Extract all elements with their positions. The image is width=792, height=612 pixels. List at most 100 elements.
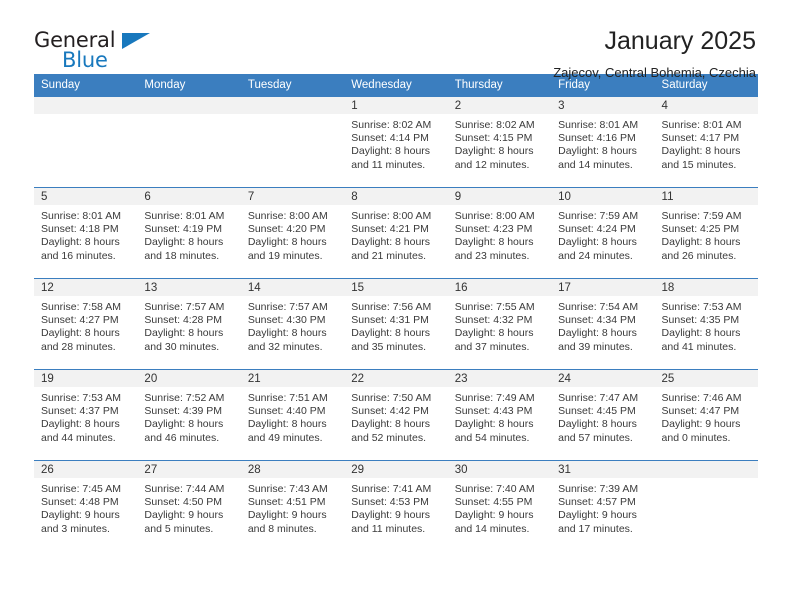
- calendar-day-cell[interactable]: 29 Sunrise: 7:41 AM Sunset: 4:53 PM Dayligh…: [344, 460, 448, 551]
- daylight-text-line1: Daylight: 9 hours: [351, 509, 431, 522]
- calendar-day-cell[interactable]: 25 Sunrise: 7:46 AM Sunset: 4:47 PM Dayligh…: [654, 369, 758, 461]
- calendar-day-cell[interactable]: 14 Sunrise: 7:57 AM Sunset: 4:30 PM Dayligh…: [240, 278, 345, 370]
- calendar-day-cell[interactable]: 28 Sunrise: 7:43 AM Sunset: 4:51 PM Dayligh…: [240, 460, 345, 551]
- daylight-text-line1: Daylight: 8 hours: [41, 236, 120, 249]
- sunrise-text: Sunrise: 7:44 AM: [144, 483, 225, 495]
- sunset-text: Sunset: 4:17 PM: [661, 132, 740, 145]
- sunrise-text: Sunrise: 8:02 AM: [351, 119, 432, 131]
- calendar-day-cell[interactable]: 23 Sunrise: 7:49 AM Sunset: 4:43 PM Dayligh…: [447, 369, 552, 461]
- sunset-text: Sunset: 4:24 PM: [558, 223, 636, 236]
- calendar-day-cell[interactable]: 21 Sunrise: 7:51 AM Sunset: 4:40 PM Dayligh…: [240, 369, 345, 461]
- sunset-text: Sunset: 4:28 PM: [144, 314, 223, 327]
- calendar-day-cell[interactable]: 30 Sunrise: 7:40 AM Sunset: 4:55 PM Dayligh…: [447, 460, 552, 551]
- calendar-day-cell[interactable]: 6 Sunrise: 8:01 AM Sunset: 4:19 PM Daylight…: [137, 187, 241, 279]
- calendar-day-cell[interactable]: 27 Sunrise: 7:44 AM Sunset: 4:50 PM Dayligh…: [137, 460, 241, 551]
- daylight-text-line2: and 23 minutes.: [454, 249, 530, 262]
- daylight-text-line2: and 26 minutes.: [661, 249, 737, 262]
- calendar-day-cell[interactable]: 11 Sunrise: 7:59 AM Sunset: 4:25 PM Dayligh…: [654, 187, 758, 279]
- day-number: 9: [447, 188, 552, 205]
- day-sun-info: Sunrise: 7:53 AM Sunset: 4:35 PM Daylight:…: [655, 296, 758, 354]
- calendar-day-cell[interactable]: 13 Sunrise: 7:57 AM Sunset: 4:28 PM Dayligh…: [137, 278, 241, 370]
- calendar-day-cell[interactable]: 1 Sunrise: 8:02 AM Sunset: 4:14 PM Daylight…: [344, 96, 448, 188]
- calendar-day-cell[interactable]: 2 Sunrise: 8:02 AM Sunset: 4:15 PM Daylight…: [447, 96, 552, 188]
- daylight-text-line2: and 28 minutes.: [41, 340, 116, 353]
- sunrise-text: Sunrise: 7:58 AM: [41, 301, 121, 313]
- day-sun-info: Sunrise: 8:00 AM Sunset: 4:23 PM Daylight:…: [448, 205, 551, 263]
- calendar-day-cell[interactable]: 17 Sunrise: 7:54 AM Sunset: 4:34 PM Dayligh…: [551, 278, 655, 370]
- daylight-text-line1: Daylight: 8 hours: [144, 236, 224, 249]
- calendar-day-cell[interactable]: 5 Sunrise: 8:01 AM Sunset: 4:18 PM Daylight…: [34, 187, 138, 279]
- calendar-day-cell[interactable]: 22 Sunrise: 7:50 AM Sunset: 4:42 PM Dayligh…: [344, 369, 448, 461]
- sunset-text: Sunset: 4:23 PM: [454, 223, 533, 236]
- calendar-day-cell[interactable]: 24 Sunrise: 7:47 AM Sunset: 4:45 PM Dayligh…: [551, 369, 655, 461]
- day-box: 25 Sunrise: 7:46 AM Sunset: 4:47 PM Dayligh…: [654, 370, 758, 460]
- calendar-day-cell[interactable]: 3 Sunrise: 8:01 AM Sunset: 4:16 PM Daylight…: [551, 96, 655, 188]
- sunrise-text: Sunrise: 7:41 AM: [351, 483, 432, 495]
- sunset-text: Sunset: 4:25 PM: [661, 223, 740, 236]
- calendar-day-cell[interactable]: 20 Sunrise: 7:52 AM Sunset: 4:39 PM Dayligh…: [137, 369, 241, 461]
- daylight-text-line2: and 17 minutes.: [558, 522, 633, 535]
- day-number: 6: [137, 188, 241, 205]
- day-number: 23: [447, 370, 552, 387]
- daylight-text-line2: and 0 minutes.: [661, 431, 731, 444]
- day-sun-info: Sunrise: 7:53 AM Sunset: 4:37 PM Daylight:…: [34, 387, 137, 445]
- day-sun-info: Sunrise: 8:00 AM Sunset: 4:21 PM Daylight:…: [344, 205, 447, 263]
- calendar-page: General Blue January 2025 Zajecov, Centr…: [0, 0, 792, 612]
- calendar-day-cell[interactable]: 8 Sunrise: 8:00 AM Sunset: 4:21 PM Daylight…: [344, 187, 448, 279]
- calendar-week-row: 5 Sunrise: 8:01 AM Sunset: 4:18 PM Daylight…: [34, 187, 758, 279]
- daylight-text-line1: Daylight: 9 hours: [247, 509, 327, 522]
- sunset-text: Sunset: 4:19 PM: [144, 223, 223, 236]
- day-number: 21: [240, 370, 345, 387]
- day-box: 28 Sunrise: 7:43 AM Sunset: 4:51 PM Dayligh…: [240, 461, 345, 551]
- day-number: 28: [240, 461, 345, 478]
- day-box: 15 Sunrise: 7:56 AM Sunset: 4:31 PM Dayligh…: [344, 279, 448, 369]
- calendar-week-row: 26 Sunrise: 7:45 AM Sunset: 4:48 PM Dayligh…: [34, 460, 758, 551]
- day-sun-info: Sunrise: 7:55 AM Sunset: 4:32 PM Daylight:…: [448, 296, 551, 354]
- sunrise-text: Sunrise: 7:54 AM: [558, 301, 639, 313]
- day-box: 3 Sunrise: 8:01 AM Sunset: 4:16 PM Daylight…: [551, 97, 655, 187]
- day-box: 14 Sunrise: 7:57 AM Sunset: 4:30 PM Dayligh…: [240, 279, 345, 369]
- calendar-day-cell[interactable]: 18 Sunrise: 7:53 AM Sunset: 4:35 PM Dayligh…: [654, 278, 758, 370]
- sunrise-text: Sunrise: 7:47 AM: [558, 392, 639, 404]
- day-number: [137, 97, 241, 114]
- daylight-text-line1: Daylight: 8 hours: [247, 236, 327, 249]
- day-number: 2: [447, 97, 552, 114]
- daylight-text-line1: Daylight: 8 hours: [454, 236, 534, 249]
- sunrise-text: Sunrise: 8:01 AM: [41, 210, 121, 222]
- daylight-text-line1: Daylight: 8 hours: [144, 327, 224, 340]
- sunset-text: Sunset: 4:43 PM: [454, 405, 533, 418]
- sunrise-text: Sunrise: 7:50 AM: [351, 392, 432, 404]
- daylight-text-line2: and 30 minutes.: [144, 340, 220, 353]
- day-box: 8 Sunrise: 8:00 AM Sunset: 4:21 PM Daylight…: [344, 188, 448, 278]
- calendar-day-cell[interactable]: 7 Sunrise: 8:00 AM Sunset: 4:20 PM Daylight…: [240, 187, 345, 279]
- calendar-day-cell[interactable]: 16 Sunrise: 7:55 AM Sunset: 4:32 PM Dayligh…: [447, 278, 552, 370]
- day-number: 29: [344, 461, 448, 478]
- calendar-day-cell[interactable]: 10 Sunrise: 7:59 AM Sunset: 4:24 PM Dayligh…: [551, 187, 655, 279]
- calendar-day-cell[interactable]: 12 Sunrise: 7:58 AM Sunset: 4:27 PM Dayligh…: [34, 278, 138, 370]
- daylight-text-line2: and 41 minutes.: [661, 340, 737, 353]
- day-box: 27 Sunrise: 7:44 AM Sunset: 4:50 PM Dayligh…: [137, 461, 241, 551]
- sunrise-text: Sunrise: 7:59 AM: [661, 210, 742, 222]
- calendar-day-cell[interactable]: 15 Sunrise: 7:56 AM Sunset: 4:31 PM Dayligh…: [344, 278, 448, 370]
- daylight-text-line1: Daylight: 9 hours: [41, 509, 120, 522]
- daylight-text-line1: Daylight: 9 hours: [144, 509, 224, 522]
- day-sun-info: Sunrise: 7:43 AM Sunset: 4:51 PM Daylight:…: [241, 478, 344, 536]
- day-box: [654, 461, 758, 551]
- daylight-text-line2: and 5 minutes.: [144, 522, 214, 535]
- weekday-header-thursday: Thursday: [447, 74, 552, 97]
- calendar-day-cell[interactable]: 4 Sunrise: 8:01 AM Sunset: 4:17 PM Daylight…: [654, 96, 758, 188]
- day-sun-info: Sunrise: 7:49 AM Sunset: 4:43 PM Daylight:…: [448, 387, 551, 445]
- day-box: 9 Sunrise: 8:00 AM Sunset: 4:23 PM Daylight…: [447, 188, 552, 278]
- day-sun-info: Sunrise: 7:41 AM Sunset: 4:53 PM Daylight:…: [344, 478, 447, 536]
- day-number: [654, 461, 758, 478]
- day-number: 17: [551, 279, 655, 296]
- calendar-day-cell[interactable]: 9 Sunrise: 8:00 AM Sunset: 4:23 PM Daylight…: [447, 187, 552, 279]
- calendar-day-cell[interactable]: 31 Sunrise: 7:39 AM Sunset: 4:57 PM Dayligh…: [551, 460, 655, 551]
- day-number: 19: [34, 370, 138, 387]
- calendar-day-cell[interactable]: 26 Sunrise: 7:45 AM Sunset: 4:48 PM Dayligh…: [34, 460, 138, 551]
- daylight-text-line2: and 19 minutes.: [247, 249, 323, 262]
- calendar-cell-empty: [34, 96, 138, 188]
- daylight-text-line1: Daylight: 8 hours: [558, 236, 637, 249]
- calendar-day-cell[interactable]: 19 Sunrise: 7:53 AM Sunset: 4:37 PM Dayligh…: [34, 369, 138, 461]
- sunset-text: Sunset: 4:14 PM: [351, 132, 429, 145]
